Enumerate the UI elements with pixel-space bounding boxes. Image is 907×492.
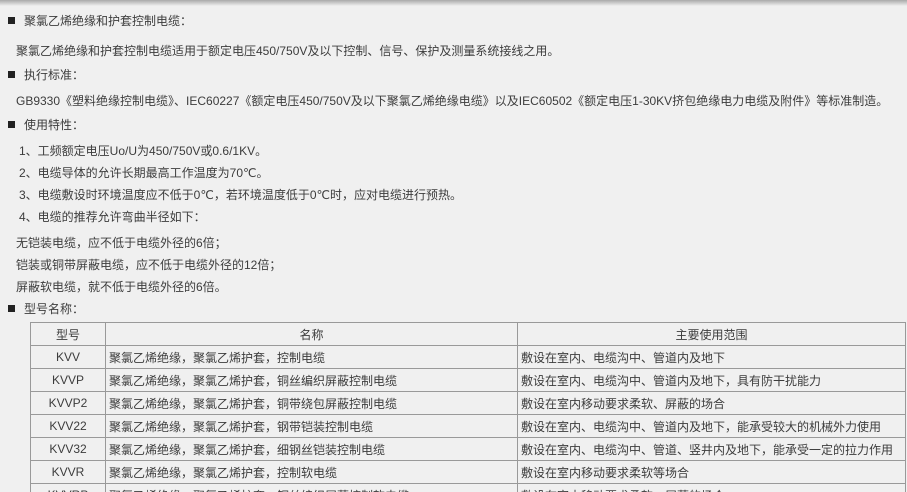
col-header-usage: 主要使用范围	[518, 323, 906, 346]
table-row: KVV22 聚氯乙烯绝缘，聚氯乙烯护套，钢带铠装控制电缆 敷设在室内、电缆沟中、…	[31, 415, 906, 438]
standards-body: GB9330《塑料绝缘控制电缆》、IEC60227《额定电压450/750V及以…	[0, 90, 907, 112]
table-row: KVVP 聚氯乙烯绝缘，聚氯乙烯护套，铜丝编织屏蔽控制电缆 敷设在室内、电缆沟中…	[31, 369, 906, 392]
bend-rule-2: 铠装或铜带屏蔽电缆，应不低于电缆外径的12倍；	[0, 254, 907, 276]
feature-item-1: 1、工频额定电压Uo/U为450/750V或0.6/1KV。	[0, 140, 907, 162]
standards-heading-line: 执行标准：	[0, 64, 907, 86]
document-content: 聚氯乙烯绝缘和护套控制电缆： 聚氯乙烯绝缘和护套控制电缆适用于额定电压450/7…	[0, 6, 907, 492]
table-row: KVVRP 聚氯乙烯绝缘，聚氯乙烯护套，铜丝编织屏蔽控制软电缆 敷设在室内移动要…	[31, 484, 906, 492]
feature-item-3: 3、电缆敷设时环境温度应不低于0℃，若环境温度低于0℃时，应对电缆进行预热。	[0, 184, 907, 206]
col-header-model: 型号	[31, 323, 106, 346]
cell-usage: 敷设在室内移动要求柔软、屏蔽的场合	[518, 484, 906, 492]
cell-name: 聚氯乙烯绝缘，聚氯乙烯护套，铜丝编织屏蔽控制软电缆	[106, 484, 518, 492]
cell-name: 聚氯乙烯绝缘，聚氯乙烯护套，控制软电缆	[106, 461, 518, 484]
table-row: KVVR 聚氯乙烯绝缘，聚氯乙烯护套，控制软电缆 敷设在室内移动要求柔软等场合	[31, 461, 906, 484]
cell-usage: 敷设在室内、电缆沟中、管道内及地下	[518, 346, 906, 369]
col-header-name: 名称	[106, 323, 518, 346]
cell-model: KVVP	[31, 369, 106, 392]
table-header-row: 型号 名称 主要使用范围	[31, 323, 906, 346]
bullet-square-icon	[8, 121, 15, 128]
intro-body: 聚氯乙烯绝缘和护套控制电缆适用于额定电压450/750V及以下控制、信号、保护及…	[0, 40, 907, 62]
models-table: 型号 名称 主要使用范围 KVV 聚氯乙烯绝缘，聚氯乙烯护套，控制电缆 敷设在室…	[30, 322, 906, 492]
standards-heading: 执行标准：	[24, 68, 84, 82]
table-row: KVVP2 聚氯乙烯绝缘，聚氯乙烯护套，铜带绕包屏蔽控制电缆 敷设在室内移动要求…	[31, 392, 906, 415]
cell-model: KVV22	[31, 415, 106, 438]
cell-name: 聚氯乙烯绝缘，聚氯乙烯护套，细钢丝铠装控制电缆	[106, 438, 518, 461]
features-heading: 使用特性：	[24, 118, 84, 132]
bend-rule-3: 屏蔽软电缆，就不低于电缆外径的6倍。	[0, 276, 907, 298]
models-heading: 型号名称：	[24, 302, 84, 316]
cell-model: KVVR	[31, 461, 106, 484]
cell-usage: 敷设在室内、电缆沟中、管道内及地下，具有防干扰能力	[518, 369, 906, 392]
cell-model: KVV32	[31, 438, 106, 461]
features-heading-line: 使用特性：	[0, 114, 907, 136]
cell-usage: 敷设在室内、电缆沟中、管道、竖井内及地下，能承受一定的拉力作用	[518, 438, 906, 461]
cell-name: 聚氯乙烯绝缘，聚氯乙烯护套，铜带绕包屏蔽控制电缆	[106, 392, 518, 415]
bullet-square-icon	[8, 305, 15, 312]
table-row: KVV32 聚氯乙烯绝缘，聚氯乙烯护套，细钢丝铠装控制电缆 敷设在室内、电缆沟中…	[31, 438, 906, 461]
cell-usage: 敷设在室内移动要求柔软等场合	[518, 461, 906, 484]
bullet-square-icon	[8, 71, 15, 78]
intro-heading: 聚氯乙烯绝缘和护套控制电缆：	[24, 14, 192, 28]
cell-name: 聚氯乙烯绝缘，聚氯乙烯护套，铜丝编织屏蔽控制电缆	[106, 369, 518, 392]
cell-model: KVVP2	[31, 392, 106, 415]
table-row: KVV 聚氯乙烯绝缘，聚氯乙烯护套，控制电缆 敷设在室内、电缆沟中、管道内及地下	[31, 346, 906, 369]
models-heading-line: 型号名称：	[0, 298, 907, 320]
cell-usage: 敷设在室内、电缆沟中、管道内及地下，能承受较大的机械外力使用	[518, 415, 906, 438]
feature-item-4: 4、电缆的推荐允许弯曲半径如下：	[0, 206, 907, 228]
intro-heading-line: 聚氯乙烯绝缘和护套控制电缆：	[0, 10, 907, 32]
cell-name: 聚氯乙烯绝缘，聚氯乙烯护套，控制电缆	[106, 346, 518, 369]
cell-model: KVVRP	[31, 484, 106, 492]
cell-usage: 敷设在室内移动要求柔软、屏蔽的场合	[518, 392, 906, 415]
cell-name: 聚氯乙烯绝缘，聚氯乙烯护套，钢带铠装控制电缆	[106, 415, 518, 438]
cell-model: KVV	[31, 346, 106, 369]
feature-item-2: 2、电缆导体的允许长期最高工作温度为70℃。	[0, 162, 907, 184]
bullet-square-icon	[8, 17, 15, 24]
bend-rule-1: 无铠装电缆，应不低于电缆外径的6倍；	[0, 232, 907, 254]
